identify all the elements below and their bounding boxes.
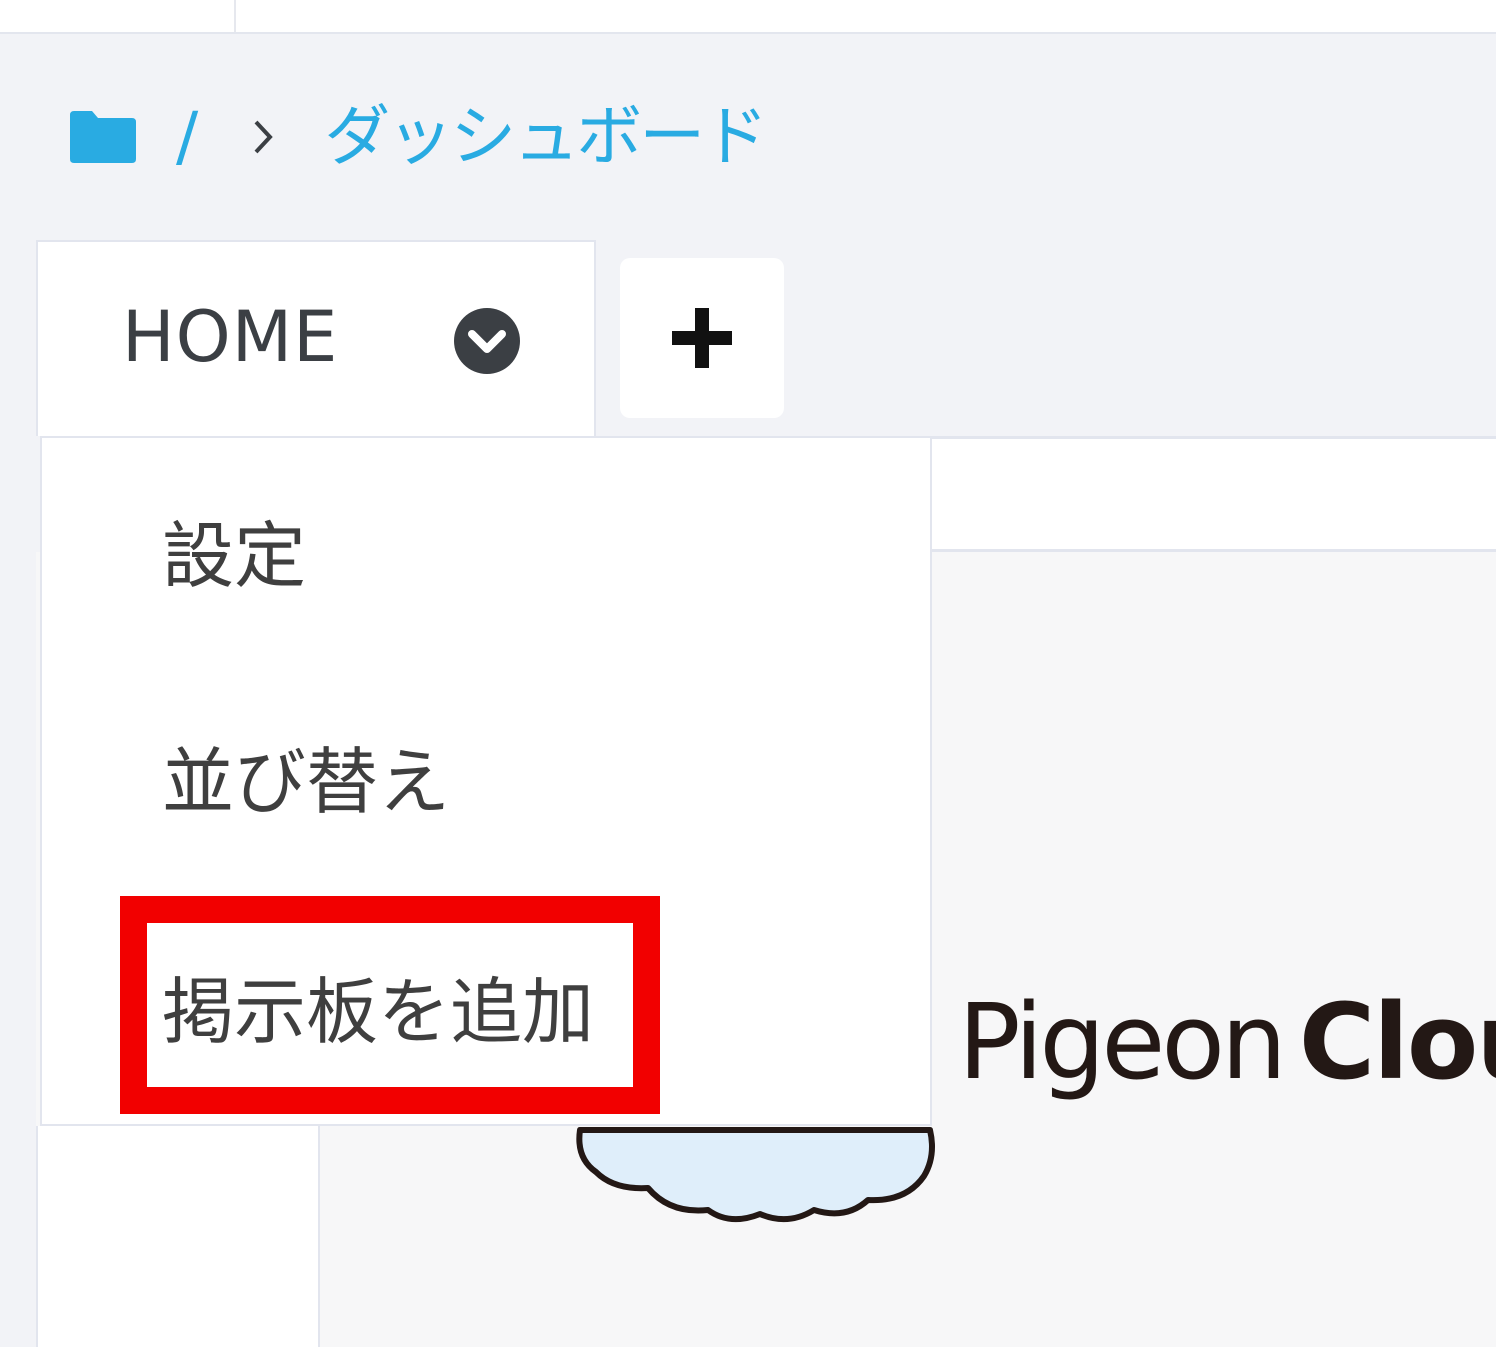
breadcrumb-current[interactable]: ダッシュボード (324, 104, 768, 170)
dashboard-header-panel (930, 439, 1496, 552)
menu-item-reorder[interactable]: 並び替え (162, 746, 450, 818)
breadcrumb-root-link[interactable]: / (176, 104, 198, 170)
add-tab-button[interactable] (620, 258, 784, 418)
logo-text-light: Pigeon (958, 981, 1287, 1103)
logo-text-bold: Clou (1298, 981, 1496, 1103)
folder-icon[interactable] (66, 107, 140, 167)
cloud-logo-icon (576, 1127, 935, 1223)
top-bar-divider (234, 0, 236, 32)
chevron-right-icon (246, 112, 280, 162)
chevron-down-circle-icon[interactable] (452, 306, 522, 376)
tab-menu-dropdown: 設定 並び替え 掲示板を追加 (40, 436, 932, 1126)
plus-icon (672, 308, 732, 368)
tab-home[interactable]: HOME (36, 240, 596, 436)
dashboard-left-column (36, 1126, 320, 1347)
menu-item-settings[interactable]: 設定 (162, 520, 306, 592)
pigeoncloud-logo: PigeonClou (958, 990, 1496, 1094)
breadcrumb: / ダッシュボード (66, 92, 768, 182)
top-bar (0, 0, 1496, 34)
menu-item-add-board[interactable]: 掲示板を追加 (162, 976, 594, 1048)
tab-home-label: HOME (122, 296, 339, 378)
